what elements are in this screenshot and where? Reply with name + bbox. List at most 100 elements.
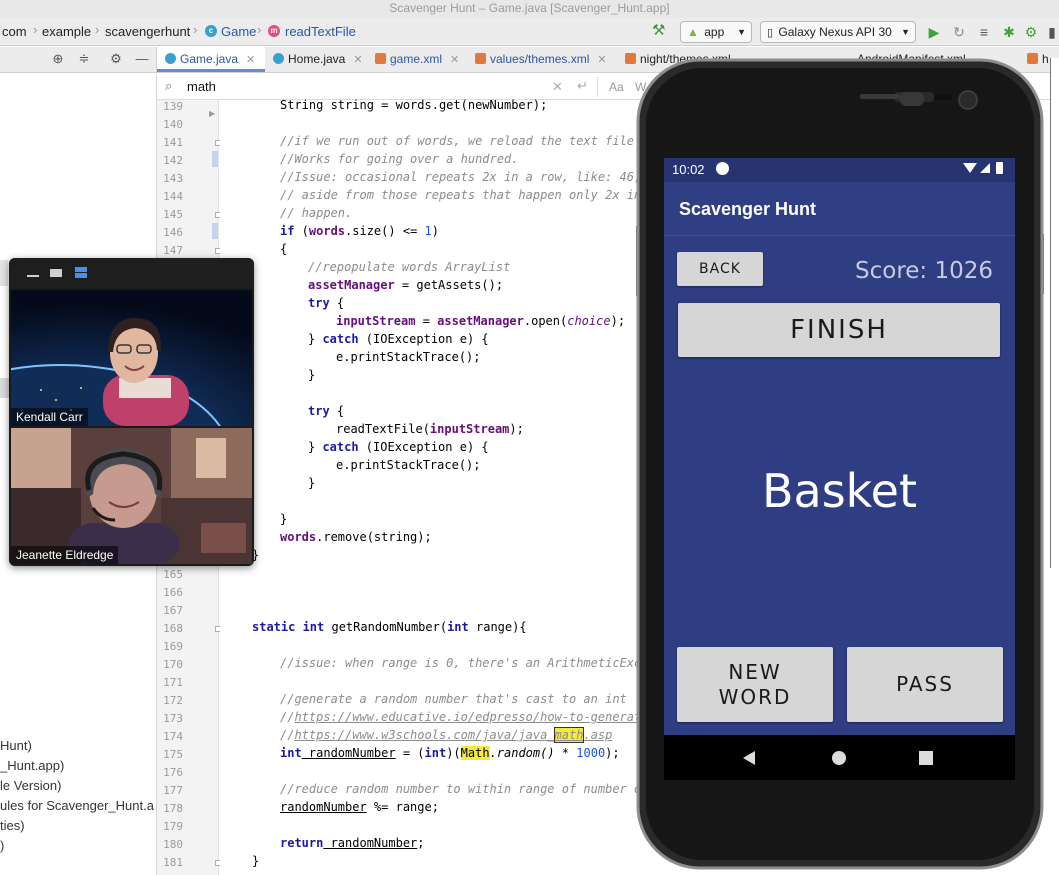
tree-item[interactable]: ties) — [0, 818, 25, 833]
code-line: //issue: when range is 0, there's an Ari… — [280, 656, 649, 670]
fold-arrow-icon[interactable]: ▶ — [209, 109, 215, 118]
search-input[interactable]: math — [187, 79, 216, 94]
line-number: 142 — [163, 154, 183, 167]
divider — [597, 77, 598, 97]
participant-video-kendall[interactable]: Kendall Carr — [11, 290, 252, 426]
minimize-icon[interactable]: — — [134, 51, 150, 67]
tab-game-xml[interactable]: game.xml ✕ — [367, 47, 467, 72]
code-line: //https://www.educative.io/edpresso/how-… — [280, 710, 649, 724]
debug-icon[interactable]: ✱ — [1000, 23, 1018, 41]
collapse-icon[interactable]: ≑ — [76, 51, 92, 67]
match-case-toggle[interactable]: Aa — [609, 80, 624, 94]
apply-changes-icon[interactable]: ↻ — [950, 23, 968, 41]
xml-icon — [375, 53, 386, 64]
line-number: 144 — [163, 190, 183, 203]
finish-button[interactable]: FINISH — [678, 303, 1000, 357]
participant-video-jeanette[interactable]: Jeanette Eldredge — [11, 428, 252, 564]
close-icon[interactable]: ✕ — [597, 54, 606, 66]
minimize-icon[interactable] — [27, 275, 39, 277]
speaker-view-icon[interactable] — [75, 267, 87, 272]
code-line: return randomNumber; — [280, 836, 425, 850]
code-line: try { — [308, 404, 345, 418]
change-marker[interactable] — [212, 223, 218, 239]
close-icon[interactable]: ✕ — [353, 54, 362, 66]
run-icon[interactable]: ▶ — [925, 23, 943, 41]
code-line: } — [308, 476, 316, 490]
tree-item[interactable]: Hunt) — [0, 738, 32, 753]
code-line: e.printStackTrace(); — [336, 458, 481, 472]
participant-name: Jeanette Eldredge — [11, 546, 119, 564]
breadcrumb-example[interactable]: example — [42, 24, 91, 39]
back-button[interactable]: BACK — [677, 252, 763, 286]
close-icon[interactable]: ✕ — [246, 54, 255, 66]
signal-icon — [980, 163, 990, 173]
profile-icon[interactable]: ▮ — [1043, 23, 1059, 41]
line-number: 181 — [163, 856, 183, 869]
code-line: //generate a random number that's cast t… — [280, 692, 627, 706]
battery-icon — [996, 162, 1003, 174]
device-select[interactable]: ▯ Galaxy Nexus API 30 ▼ — [760, 21, 916, 43]
android-nav-bar — [664, 735, 1015, 780]
line-number: 145 — [163, 208, 183, 221]
search-icon[interactable]: ⌕ — [165, 78, 172, 94]
build-hammer-icon[interactable]: ⚒ — [652, 23, 668, 39]
nav-home-icon[interactable] — [832, 751, 846, 765]
close-icon[interactable]: ✕ — [450, 54, 459, 66]
gear-icon[interactable]: ⚙ — [108, 51, 124, 67]
code-line: } — [252, 854, 260, 868]
code-line: static int getRandomNumber(int range){ — [252, 620, 527, 634]
line-number: 180 — [163, 838, 183, 851]
new-word-button[interactable]: NEW WORD — [677, 647, 833, 722]
code-line: } catch (IOException e) { — [308, 332, 489, 346]
line-number: 171 — [163, 676, 183, 689]
selected-tree-row[interactable] — [0, 260, 8, 286]
video-call-toolbar — [9, 258, 254, 288]
new-line-icon[interactable]: ↵ — [577, 78, 588, 94]
breadcrumb-separator: › — [193, 22, 198, 37]
run-config-select[interactable]: ▲ app ▼ — [680, 21, 752, 43]
nav-recents-icon[interactable] — [919, 751, 933, 765]
code-line: //Works for going over a hundred. — [280, 152, 519, 166]
line-number: 177 — [163, 784, 183, 797]
line-number: 140 — [163, 118, 183, 131]
tree-item[interactable]: ules for Scavenger_Hunt.a — [0, 798, 154, 813]
locate-icon[interactable]: ⊕ — [50, 51, 66, 67]
tree-item[interactable]: _Hunt.app) — [0, 758, 64, 773]
gallery-view-icon[interactable] — [50, 269, 62, 277]
class-icon — [165, 53, 176, 64]
change-marker[interactable] — [212, 151, 218, 167]
line-number: 173 — [163, 712, 183, 725]
run-list-icon[interactable]: ≡ — [975, 23, 993, 41]
video-call-window[interactable]: Kendall Carr Jeanette Eldredge — [9, 258, 254, 566]
breadcrumb-scavengerhunt[interactable]: scavengerhunt — [105, 24, 190, 39]
nav-back-icon[interactable] — [743, 751, 755, 765]
code-line: //https://www.w3schools.com/java/java_ma… — [280, 727, 613, 743]
front-camera-icon — [900, 92, 924, 106]
line-number: 139 — [163, 100, 183, 113]
code-line: assetManager = getAssets(); — [308, 278, 504, 292]
speaker-view-icon — [75, 273, 87, 278]
code-line: // happen. — [280, 206, 353, 220]
line-number: 141 — [163, 136, 183, 149]
breadcrumb-com[interactable]: com — [2, 24, 27, 39]
navigation-bar: com › example › scavengerhunt › c Game ›… — [0, 18, 1059, 46]
pass-button[interactable]: PASS — [847, 647, 1003, 722]
tab-home-java[interactable]: Home.java ✕ — [265, 47, 367, 72]
attach-debugger-icon[interactable]: ⚙ — [1022, 23, 1040, 41]
tab-game-java[interactable]: Game.java ✕ — [157, 47, 265, 72]
tree-item[interactable]: ) — [0, 838, 4, 853]
new-word-label: NEW — [728, 660, 782, 684]
code-line: } catch (IOException e) { — [308, 440, 489, 454]
tree-item[interactable]: le Version) — [0, 778, 61, 793]
breadcrumb-readtextfile[interactable]: readTextFile — [285, 24, 356, 39]
code-line: if (words.size() <= 1) — [280, 224, 439, 238]
clear-search-icon[interactable]: ✕ — [552, 79, 563, 95]
breadcrumb-game[interactable]: Game — [221, 24, 256, 39]
code-line: } — [280, 512, 288, 526]
app-screen: 10:02 Scavenger Hunt BACK Score: 1026 FI… — [664, 158, 1015, 735]
participant-name: Kendall Carr — [11, 408, 88, 426]
tab-values-themes-xml[interactable]: values/themes.xml ✕ — [467, 47, 617, 72]
chevron-down-icon: ▼ — [901, 27, 910, 37]
chevron-down-icon: ▼ — [737, 27, 746, 37]
line-number: 165 — [163, 568, 183, 581]
